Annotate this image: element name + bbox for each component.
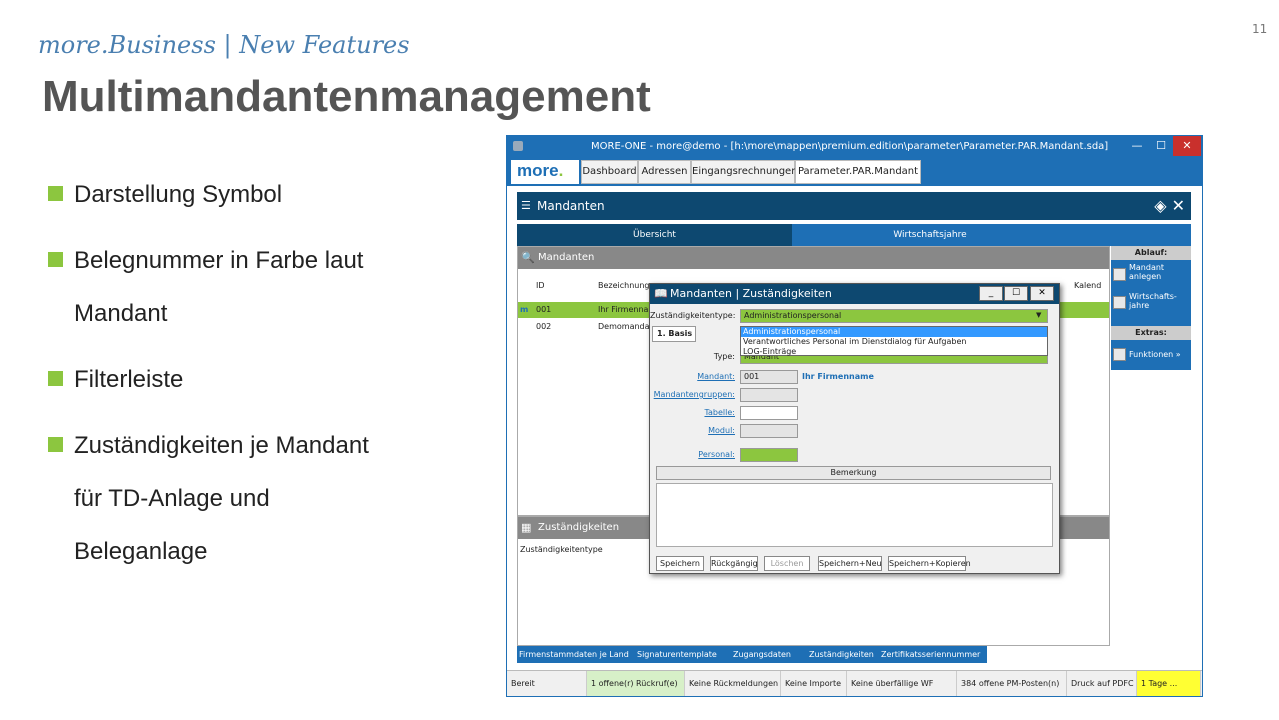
module-header: ☰ Mandanten ◈ ✕ — [517, 192, 1191, 220]
tab-zugangsdaten[interactable]: Zugangsdaten — [731, 646, 793, 663]
modul-field[interactable] — [740, 424, 798, 438]
tab-adressen[interactable]: Adressen — [638, 160, 691, 184]
slide-title: Multimandantenmanagement — [42, 72, 651, 121]
header-icons: ◈ ✕ — [1154, 192, 1185, 220]
side-panel: Ablauf: Mandant anlegen Wirtschafts- jah… — [1111, 246, 1191, 370]
col-kalender[interactable]: Kalend — [1074, 281, 1101, 290]
app-window: MORE-ONE - more@demo - [h:\more\mappen\p… — [506, 135, 1203, 697]
zustaendigkeitentype-select[interactable]: Administrationspersonal — [740, 309, 1048, 323]
col-id[interactable]: ID — [536, 281, 545, 290]
dialog-maximize-button[interactable]: ☐ — [1004, 286, 1028, 301]
sub-tabs: Übersicht Wirtschaftsjahre — [517, 224, 1191, 246]
option-log-eintraege[interactable]: LOG-Einträge — [741, 347, 1047, 357]
status-bar: Bereit 1 offene(r) Rückruf(e) Keine Rück… — [507, 670, 1202, 696]
add-mandant-icon — [1113, 268, 1126, 281]
list-icon: ☰ — [521, 199, 531, 212]
bottom-tabs: Firmenstammdaten je Land Signaturentempl… — [517, 646, 987, 663]
status-rueckruf[interactable]: 1 offene(r) Rückruf(e) — [587, 671, 685, 696]
tab-eingangsrechnungen[interactable]: Eingangsrechnungen — [691, 160, 798, 184]
app-icon — [513, 141, 523, 151]
tab-signaturentemplate[interactable]: Signaturentemplate — [635, 646, 719, 663]
save-new-button[interactable]: Speichern+Neu — [818, 556, 882, 571]
ablauf-header: Ablauf: — [1111, 246, 1191, 260]
col-bezeichnung[interactable]: Bezeichnung — [598, 281, 650, 290]
option-administrationspersonal[interactable]: Administrationspersonal — [741, 327, 1047, 337]
mandant-link[interactable]: Mandant: — [650, 372, 735, 381]
slide-subtitle: more.Business | New Features — [38, 31, 410, 59]
mandant-symbol-icon: m — [520, 305, 529, 314]
status-pm-posten[interactable]: 384 offene PM-Posten(n) — [957, 671, 1067, 696]
slide: more.Business | New Features Multimandan… — [0, 0, 1279, 720]
search-icon[interactable]: 🔍 — [521, 247, 535, 269]
bullet-square-icon — [48, 437, 63, 452]
bemerkung-textarea[interactable] — [656, 483, 1053, 547]
app-titlebar: MORE-ONE - more@demo - [h:\more\mappen\p… — [507, 136, 1202, 158]
personal-field[interactable] — [740, 448, 798, 462]
grid-header: 🔍 Mandanten — [518, 247, 1109, 269]
status-rueckmeldungen[interactable]: Keine Rückmeldungen — [685, 671, 781, 696]
tabelle-field[interactable] — [740, 406, 798, 420]
tabelle-link[interactable]: Tabelle: — [650, 408, 735, 417]
save-button[interactable]: Speichern — [656, 556, 704, 571]
close-button[interactable]: ✕ — [1173, 136, 1201, 156]
close-icon[interactable]: ✕ — [1172, 196, 1185, 215]
table-icon: ▦ — [521, 521, 532, 534]
functions-icon — [1113, 348, 1126, 361]
wirtschaftsjahre-button[interactable]: Wirtschafts- jahre — [1129, 292, 1177, 310]
status-tage[interactable]: 1 Tage ... — [1137, 671, 1201, 696]
mandantengruppen-field[interactable] — [740, 388, 798, 402]
bullet-square-icon — [48, 371, 63, 386]
chevron-down-icon[interactable]: ▼ — [1036, 311, 1041, 319]
maximize-button[interactable]: ☐ — [1149, 136, 1173, 156]
zustaendigkeiten-dialog: 📖 Mandanten | Zuständigkeiten _ ☐ ✕ Zustä… — [649, 283, 1060, 574]
mandant-name: Ihr Firmenname — [802, 372, 874, 381]
tab-wirtschaftsjahre[interactable]: Wirtschaftsjahre — [793, 224, 1067, 246]
main-tabs: more. Dashboard Adressen Eingangsrechnun… — [507, 158, 1202, 186]
more-logo: more. — [511, 160, 579, 184]
tab-zertifikate[interactable]: Zertifikatsseriennummer — [879, 646, 982, 663]
status-ready: Bereit — [507, 671, 587, 696]
option-verantwortliches-personal[interactable]: Verantwortliches Personal im Dienstdialo… — [741, 337, 1047, 347]
status-importe[interactable]: Keine Importe — [781, 671, 847, 696]
mandantengruppen-link[interactable]: Mandantengruppen: — [650, 390, 735, 399]
tab-dashboard[interactable]: Dashboard — [581, 160, 638, 184]
layers-icon[interactable]: ◈ — [1154, 196, 1166, 215]
mandant-anlegen-button[interactable]: Mandant anlegen — [1129, 263, 1164, 281]
dialog-minimize-button[interactable]: _ — [979, 286, 1003, 301]
col-zustaendigkeitentype[interactable]: Zuständigkeitentype — [520, 545, 603, 554]
type-label: Zuständigkeitentype: — [650, 311, 736, 320]
page-number: 11 — [1252, 22, 1268, 36]
tab-uebersicht[interactable]: Übersicht — [517, 224, 792, 246]
status-druck[interactable]: Druck auf PDFC — [1067, 671, 1137, 696]
funktionen-button[interactable]: Funktionen » — [1129, 350, 1181, 359]
save-copy-button[interactable]: Speichern+Kopieren — [888, 556, 971, 571]
personal-link[interactable]: Personal: — [650, 450, 735, 459]
window-title: MORE-ONE - more@demo - [h:\more\mappen\p… — [591, 141, 1109, 152]
module-title: Mandanten — [537, 199, 605, 213]
dialog-close-button[interactable]: ✕ — [1030, 286, 1054, 301]
extras-header: Extras: — [1111, 326, 1191, 340]
tab-parameter-mandant[interactable]: Parameter.PAR.Mandant — [795, 160, 921, 184]
tab-basis[interactable]: 1. Basis — [652, 326, 696, 342]
book-icon: 📖 — [654, 287, 668, 300]
bullet-square-icon — [48, 252, 63, 267]
tab-firmenstammdaten[interactable]: Firmenstammdaten je Land — [517, 646, 631, 663]
type-dropdown-list[interactable]: Administrationspersonal Verantwortliches… — [740, 326, 1048, 356]
bemerkung-section[interactable]: Bemerkung — [656, 466, 1051, 480]
field-type-label: Type: — [713, 352, 735, 361]
bullet-square-icon — [48, 186, 63, 201]
minimize-button[interactable]: — — [1125, 136, 1149, 156]
undo-button[interactable]: Rückgängig — [710, 556, 758, 571]
mandant-field[interactable]: 001 — [740, 370, 798, 384]
dialog-title: 📖 Mandanten | Zuständigkeiten _ ☐ ✕ — [650, 284, 1059, 304]
delete-button[interactable]: Löschen — [764, 556, 810, 571]
tab-zustaendigkeiten[interactable]: Zuständigkeiten — [807, 646, 876, 663]
status-wf[interactable]: Keine überfällige WF — [847, 671, 957, 696]
modul-link[interactable]: Modul: — [650, 426, 735, 435]
calendar-icon — [1113, 296, 1126, 309]
